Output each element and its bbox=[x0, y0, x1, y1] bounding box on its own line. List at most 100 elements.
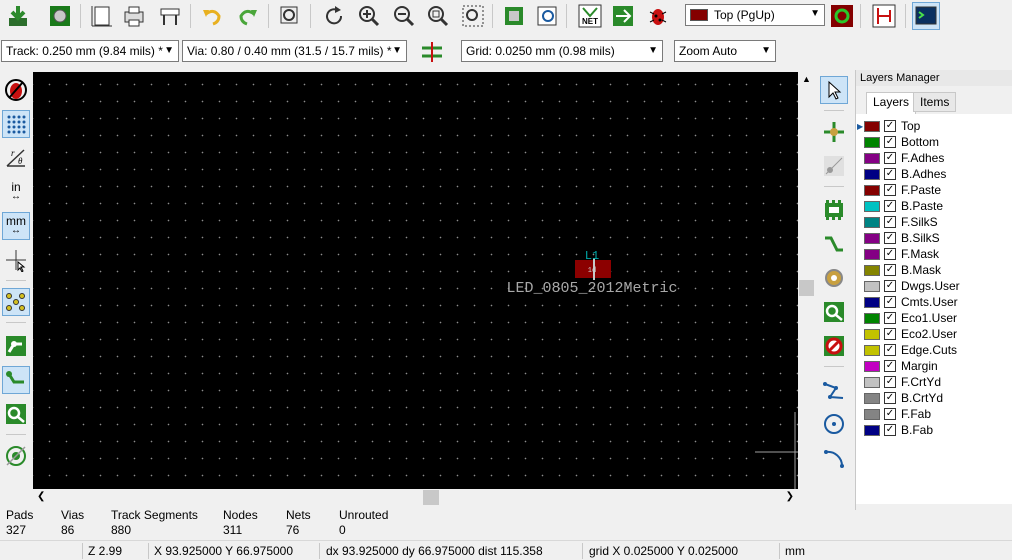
layer-visible-checkbox[interactable]: ✓ bbox=[884, 184, 896, 196]
grid-toggle-icon[interactable] bbox=[2, 110, 30, 138]
layer-row[interactable]: ✓ B.CrtYd bbox=[864, 390, 943, 406]
layer-visible-checkbox[interactable]: ✓ bbox=[884, 248, 896, 260]
layer-color-swatch[interactable] bbox=[864, 232, 880, 244]
layer-visible-checkbox[interactable]: ✓ bbox=[884, 312, 896, 324]
layer-visible-checkbox[interactable]: ✓ bbox=[884, 376, 896, 388]
layer-visible-checkbox[interactable]: ✓ bbox=[884, 264, 896, 276]
drc-bug-icon[interactable] bbox=[644, 2, 672, 30]
layer-row[interactable]: ✓ B.Adhes bbox=[864, 166, 946, 182]
layer-row[interactable]: ✓ B.Paste bbox=[864, 198, 943, 214]
layer-color-swatch[interactable] bbox=[864, 152, 880, 164]
tab-layers[interactable]: Layers bbox=[866, 92, 917, 114]
layer-color-swatch[interactable] bbox=[864, 264, 880, 276]
refresh-icon[interactable] bbox=[320, 2, 348, 30]
layer-visible-checkbox[interactable]: ✓ bbox=[884, 280, 896, 292]
drc-off-icon[interactable] bbox=[2, 76, 30, 104]
autoroute-icon[interactable] bbox=[870, 2, 898, 30]
show-zones-icon[interactable] bbox=[2, 332, 30, 360]
interactive-router-icon[interactable] bbox=[609, 2, 637, 30]
scroll-up-icon[interactable]: ▲ bbox=[802, 74, 811, 84]
zoom-out-icon[interactable] bbox=[390, 2, 418, 30]
netlist-icon[interactable]: NET bbox=[576, 2, 604, 30]
zoom-select[interactable]: Zoom Auto ▼ bbox=[674, 40, 776, 62]
layer-row[interactable]: ✓ B.SilkS bbox=[864, 230, 940, 246]
add-arc-icon[interactable] bbox=[820, 444, 848, 472]
print-icon[interactable] bbox=[156, 2, 184, 30]
layer-row[interactable]: ✓ F.Paste bbox=[864, 182, 941, 198]
layer-color-swatch[interactable] bbox=[864, 360, 880, 372]
vertical-scroll-thumb[interactable] bbox=[799, 280, 814, 296]
find-icon[interactable] bbox=[276, 2, 304, 30]
layer-color-swatch[interactable] bbox=[864, 216, 880, 228]
layer-row[interactable]: ✓ Edge.Cuts bbox=[864, 342, 957, 358]
layer-color-swatch[interactable] bbox=[864, 424, 880, 436]
layer-visible-checkbox[interactable]: ✓ bbox=[884, 424, 896, 436]
keepout-area-icon[interactable] bbox=[820, 332, 848, 360]
layer-row[interactable]: ✓ B.Fab bbox=[864, 422, 933, 438]
layer-row[interactable]: ✓ F.SilkS bbox=[864, 214, 938, 230]
zoom-in-icon[interactable] bbox=[355, 2, 383, 30]
layer-row[interactable]: ✓ Dwgs.User bbox=[864, 278, 960, 294]
cursor-shape-icon[interactable] bbox=[2, 246, 30, 274]
layer-visible-checkbox[interactable]: ✓ bbox=[884, 328, 896, 340]
ratsnest-icon[interactable] bbox=[2, 288, 30, 316]
polar-coords-icon[interactable]: θr bbox=[2, 144, 30, 172]
local-ratsnest-icon[interactable] bbox=[820, 152, 848, 180]
save-icon[interactable] bbox=[4, 2, 32, 30]
zoom-selection-icon[interactable] bbox=[459, 2, 487, 30]
layer-color-swatch[interactable] bbox=[864, 344, 880, 356]
layer-color-swatch[interactable] bbox=[864, 376, 880, 388]
pcb-canvas[interactable]: L1 1d LED_0805_2012Metric bbox=[33, 72, 798, 489]
layer-row[interactable]: ✓ F.Mask bbox=[864, 246, 939, 262]
redo-icon[interactable] bbox=[234, 2, 262, 30]
layer-row[interactable]: ✓ Eco1.User bbox=[864, 310, 957, 326]
undo-icon[interactable] bbox=[198, 2, 226, 30]
layer-row[interactable]: ✓ Margin bbox=[864, 358, 938, 374]
layer-color-swatch[interactable] bbox=[864, 136, 880, 148]
layer-visible-checkbox[interactable]: ✓ bbox=[884, 360, 896, 372]
units-mm-button[interactable]: mm ↔ bbox=[2, 212, 30, 240]
layer-row[interactable]: ✓ F.CrtYd bbox=[864, 374, 941, 390]
layer-row[interactable]: ✓ Bottom bbox=[864, 134, 939, 150]
layer-visible-checkbox[interactable]: ✓ bbox=[884, 168, 896, 180]
tab-items[interactable]: Items bbox=[913, 92, 957, 112]
layer-visible-checkbox[interactable]: ✓ bbox=[884, 344, 896, 356]
layer-visible-checkbox[interactable]: ✓ bbox=[884, 216, 896, 228]
add-circle-icon[interactable] bbox=[820, 410, 848, 438]
vertical-scrollbar[interactable]: ▲ bbox=[798, 72, 815, 489]
units-inch-button[interactable]: in ↔ bbox=[2, 178, 30, 206]
layer-visible-checkbox[interactable]: ✓ bbox=[884, 136, 896, 148]
footprint-library-icon[interactable] bbox=[500, 2, 528, 30]
layer-color-swatch[interactable] bbox=[864, 168, 880, 180]
layer-row[interactable]: ✓ F.Fab bbox=[864, 406, 931, 422]
show-tracks-icon[interactable] bbox=[2, 366, 30, 394]
high-contrast-icon[interactable] bbox=[2, 442, 30, 470]
layer-visible-checkbox[interactable]: ✓ bbox=[884, 392, 896, 404]
page-settings-icon[interactable] bbox=[88, 2, 116, 30]
add-graphic-line-icon[interactable] bbox=[820, 376, 848, 404]
layer-visible-checkbox[interactable]: ✓ bbox=[884, 408, 896, 420]
layer-color-swatch[interactable] bbox=[864, 312, 880, 324]
zoom-fit-icon[interactable] bbox=[424, 2, 452, 30]
layer-row[interactable]: ✓ F.Adhes bbox=[864, 150, 944, 166]
layer-visible-checkbox[interactable]: ✓ bbox=[884, 200, 896, 212]
add-footprint-icon[interactable] bbox=[820, 196, 848, 224]
add-zone-icon[interactable] bbox=[820, 298, 848, 326]
route-track-icon[interactable] bbox=[820, 230, 848, 258]
layer-color-swatch[interactable] bbox=[864, 296, 880, 308]
track-width-select[interactable]: Track: 0.250 mm (9.84 mils) * ▼ bbox=[1, 40, 179, 62]
show-pads-icon[interactable] bbox=[2, 400, 30, 428]
via-size-select[interactable]: Via: 0.80 / 0.40 mm (31.5 / 15.7 mils) *… bbox=[182, 40, 407, 62]
layer-color-swatch[interactable] bbox=[864, 280, 880, 292]
layer-color-swatch[interactable] bbox=[864, 184, 880, 196]
layer-color-swatch[interactable] bbox=[864, 248, 880, 260]
scroll-left-icon[interactable]: ❮ bbox=[37, 491, 45, 502]
board-setup-icon[interactable] bbox=[46, 2, 74, 30]
add-via-icon[interactable] bbox=[820, 264, 848, 292]
layer-color-swatch[interactable] bbox=[864, 328, 880, 340]
layer-visible-checkbox[interactable]: ✓ bbox=[884, 296, 896, 308]
layer-row[interactable]: ✓ Cmts.User bbox=[864, 294, 958, 310]
layer-row[interactable]: ▶ ✓ Top bbox=[857, 118, 920, 134]
layer-visible-checkbox[interactable]: ✓ bbox=[884, 152, 896, 164]
layer-color-swatch[interactable] bbox=[864, 408, 880, 420]
